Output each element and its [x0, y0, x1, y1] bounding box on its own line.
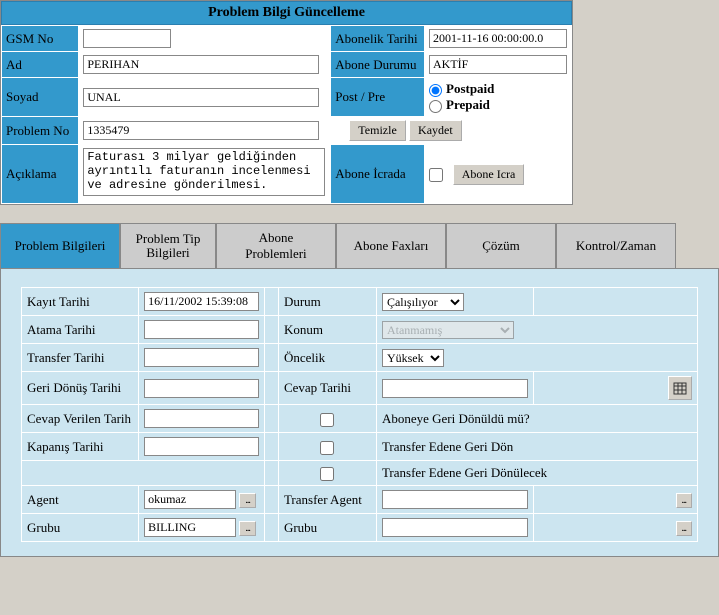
- kapanis-tarihi-input[interactable]: [144, 437, 259, 456]
- label-oncelik: Öncelik: [278, 344, 376, 372]
- form-title: Problem Bilgi Güncelleme: [1, 1, 572, 25]
- gsm-no-input[interactable]: [83, 29, 171, 48]
- kayit-tarihi-input[interactable]: [144, 292, 259, 311]
- label-grubu: Grubu: [22, 514, 139, 542]
- temizle-button[interactable]: Temizle: [349, 120, 405, 141]
- label-kayit-tarihi: Kayıt Tarihi: [22, 288, 139, 316]
- cb-transfer-edene-geri-donulecek[interactable]: [320, 467, 334, 481]
- abonelik-tarihi-input[interactable]: [429, 29, 567, 48]
- ad-input[interactable]: [83, 55, 319, 74]
- label-abone-icrada: Abone İcrada: [331, 145, 425, 204]
- oncelik-select[interactable]: Yüksek: [382, 349, 444, 367]
- grubu2-input[interactable]: [382, 518, 528, 537]
- atama-tarihi-input[interactable]: [144, 320, 259, 339]
- soyad-input[interactable]: [83, 88, 319, 107]
- label-agent: Agent: [22, 486, 139, 514]
- label-problem-no: Problem No: [2, 117, 79, 145]
- label-soyad: Soyad: [2, 78, 79, 117]
- label-konum: Konum: [278, 316, 376, 344]
- aciklama-textarea[interactable]: Faturası 3 milyar geldiğinden ayrıntılı …: [83, 148, 325, 196]
- transfer-agent-lookup-button[interactable]: ...: [676, 493, 693, 508]
- cevap-verilen-tarih-input[interactable]: [144, 409, 259, 428]
- tab-problem-tip-bilgileri[interactable]: Problem Tip Bilgileri: [120, 223, 216, 268]
- prepaid-radio[interactable]: [429, 100, 442, 113]
- prepaid-label: Prepaid: [446, 97, 490, 112]
- label-geri-donus-tarihi: Geri Dönüş Tarihi: [22, 372, 139, 405]
- label-cevap-verilen-tarih: Cevap Verilen Tarih: [22, 405, 139, 433]
- abone-durumu-input[interactable]: [429, 55, 567, 74]
- label-transfer-agent: Transfer Agent: [278, 486, 376, 514]
- postpaid-radio[interactable]: [429, 84, 442, 97]
- tabs-panel: Problem Bilgileri Problem Tip Bilgileri …: [0, 223, 719, 557]
- label-ad: Ad: [2, 52, 79, 78]
- top-form-panel: Problem Bilgi Güncelleme GSM No Abonelik…: [0, 0, 573, 205]
- tab-abone-problemleri[interactable]: Abone Problemleri: [216, 223, 336, 268]
- problem-no-input[interactable]: [83, 121, 319, 140]
- konum-select[interactable]: Atanmamış: [382, 321, 514, 339]
- tab-kontrol-zaman[interactable]: Kontrol/Zaman: [556, 223, 676, 268]
- label-durum: Durum: [278, 288, 376, 316]
- abone-icrada-checkbox[interactable]: [429, 168, 443, 182]
- label-cb3: Transfer Edene Geri Dönülecek: [376, 461, 697, 486]
- calendar-icon[interactable]: [668, 376, 692, 400]
- transfer-agent-input[interactable]: [382, 490, 528, 509]
- cevap-tarihi-input[interactable]: [382, 379, 528, 398]
- agent-lookup-button[interactable]: ...: [239, 493, 256, 508]
- tab-cozum[interactable]: Çözüm: [446, 223, 556, 268]
- durum-select[interactable]: Çalışılıyor: [382, 293, 464, 311]
- label-post-pre: Post / Pre: [331, 78, 425, 117]
- label-aciklama: Açıklama: [2, 145, 79, 204]
- cb-aboneye-geri-donuldu[interactable]: [320, 413, 334, 427]
- label-transfer-tarihi: Transfer Tarihi: [22, 344, 139, 372]
- grubu-input[interactable]: [144, 518, 236, 537]
- label-kapanis-tarihi: Kapanış Tarihi: [22, 433, 139, 461]
- kaydet-button[interactable]: Kaydet: [409, 120, 462, 141]
- abone-icra-button[interactable]: Abone Icra: [453, 164, 525, 185]
- tab-problem-bilgileri[interactable]: Problem Bilgileri: [0, 223, 120, 268]
- label-gsm-no: GSM No: [2, 26, 79, 52]
- geri-donus-tarihi-input[interactable]: [144, 379, 259, 398]
- label-grubu2: Grubu: [278, 514, 376, 542]
- cb-transfer-edene-geri-don[interactable]: [320, 441, 334, 455]
- label-atama-tarihi: Atama Tarihi: [22, 316, 139, 344]
- tab-abone-faxlari[interactable]: Abone Faxları: [336, 223, 446, 268]
- label-cb1: Aboneye Geri Dönüldü mü?: [376, 405, 697, 433]
- grubu-lookup-button[interactable]: ...: [239, 521, 256, 536]
- postpaid-label: Postpaid: [446, 81, 494, 96]
- label-abonelik-tarihi: Abonelik Tarihi: [331, 26, 425, 52]
- label-cevap-tarihi: Cevap Tarihi: [278, 372, 376, 405]
- label-cb2: Transfer Edene Geri Dön: [376, 433, 697, 461]
- agent-input[interactable]: [144, 490, 236, 509]
- transfer-tarihi-input[interactable]: [144, 348, 259, 367]
- grubu2-lookup-button[interactable]: ...: [676, 521, 693, 536]
- label-abone-durumu: Abone Durumu: [331, 52, 425, 78]
